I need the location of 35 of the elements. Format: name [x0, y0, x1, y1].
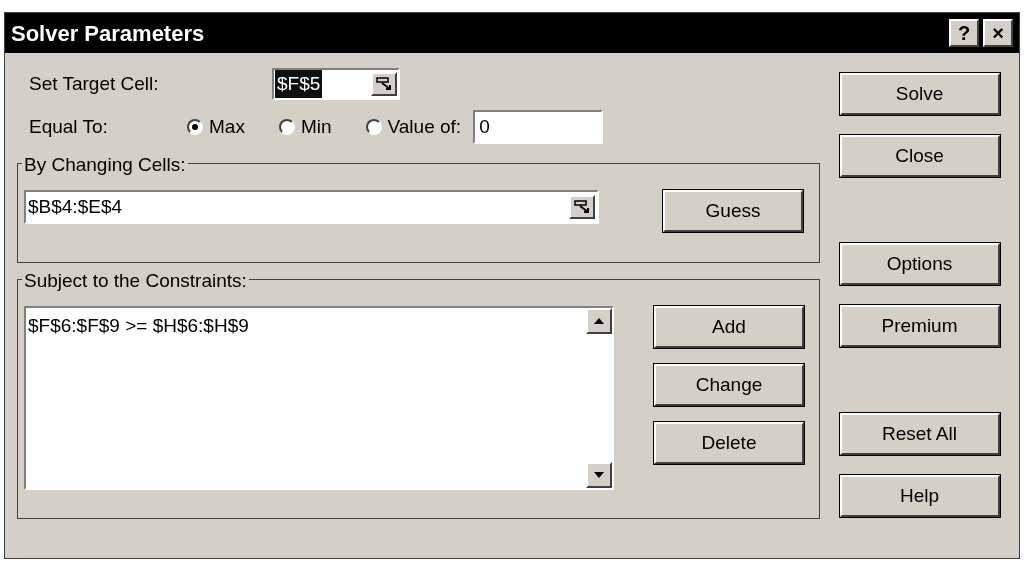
radio-option[interactable]: Value of: [365, 112, 462, 142]
scroll-down-button[interactable] [586, 462, 612, 488]
dialog-button[interactable]: Guess [663, 190, 803, 232]
field-label: Set Target Cell: [28, 71, 160, 96]
dialog-button[interactable]: Close [839, 135, 1000, 177]
scroll-up-button[interactable] [586, 308, 612, 334]
cell-reference-icon [376, 77, 392, 91]
help-button[interactable]: ? [949, 19, 979, 47]
field-label: Equal To: [28, 114, 109, 139]
window-title: Solver Parameters [11, 19, 205, 48]
down-arrow-icon [594, 472, 604, 478]
dialog-button[interactable]: Options [839, 243, 1000, 285]
cell-reference-icon [574, 200, 590, 214]
dialog-button[interactable]: Delete [654, 422, 804, 464]
target-cell-field[interactable]: $F$5 [272, 68, 400, 100]
close-button[interactable]: × [983, 19, 1013, 47]
dialog-button[interactable]: Help [839, 475, 1000, 517]
dialog-button[interactable]: Reset All [839, 413, 1000, 455]
dialog-button[interactable]: Premium [839, 305, 1000, 347]
selected-text: $F$5 [275, 69, 323, 99]
dialog-button[interactable]: Solve [839, 73, 1000, 115]
value-field[interactable]: 0 [473, 110, 604, 144]
dialog-button[interactable]: Change [654, 364, 804, 406]
radio-button[interactable] [187, 119, 203, 135]
constraint-item[interactable]: $F$6:$F$9 >= $H$6:$H$9 [28, 312, 249, 341]
changing-cells-field[interactable]: $B$4:$E$4 [24, 190, 599, 224]
radio-option[interactable]: Min [278, 112, 332, 142]
radio-option[interactable]: Max [187, 112, 245, 142]
radio-button[interactable] [365, 119, 382, 135]
dialog-button[interactable]: Add [654, 306, 804, 348]
collapse-dialog-button[interactable] [371, 72, 397, 96]
up-arrow-icon [594, 318, 604, 324]
constraints-list[interactable]: $F$6:$F$9 >= $H$6:$H$9 [24, 306, 614, 490]
collapse-dialog-button[interactable] [569, 195, 595, 219]
radio-button[interactable] [278, 119, 295, 135]
